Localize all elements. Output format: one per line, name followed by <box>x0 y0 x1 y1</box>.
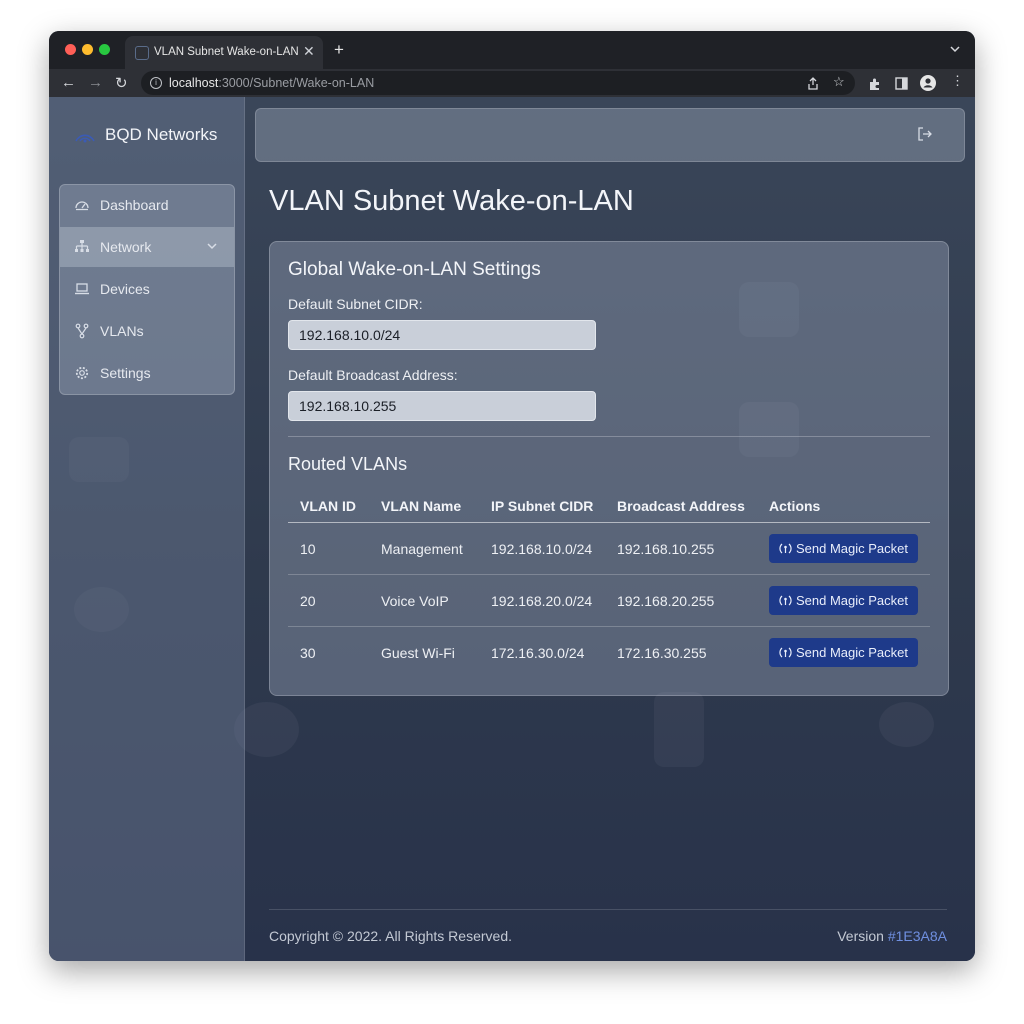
brand[interactable]: BQD Networks <box>73 123 243 147</box>
chevron-down-icon[interactable] <box>206 240 218 252</box>
back-icon[interactable]: ← <box>61 74 76 91</box>
new-tab-button[interactable]: + <box>334 40 344 60</box>
actions-cell: Send Magic Packet <box>757 574 930 627</box>
reload-icon[interactable]: ↻ <box>115 74 128 92</box>
app-page: BQD Networks Dashboard Network Devices V… <box>49 97 975 961</box>
forward-icon[interactable]: → <box>88 74 103 91</box>
side-panel-icon[interactable] <box>895 77 908 90</box>
broadcast-antenna-icon <box>779 647 792 658</box>
column-header: VLAN Name <box>369 490 479 523</box>
sidebar-menu: Dashboard Network Devices VLANs Settings <box>59 184 235 395</box>
vlan-table: VLAN ID VLAN Name IP Subnet CIDR Broadca… <box>288 490 930 678</box>
sidebar-item-dashboard[interactable]: Dashboard <box>60 185 234 225</box>
tab-search-chevron-icon[interactable] <box>949 43 961 55</box>
gauge-icon <box>75 201 89 211</box>
sidebar: BQD Networks Dashboard Network Devices V… <box>49 97 245 961</box>
actions-cell: Send Magic Packet <box>757 627 930 679</box>
broadcast-cell: 192.168.20.255 <box>605 574 757 627</box>
vlan-name-cell: Voice VoIP <box>369 574 479 627</box>
routed-vlans-heading: Routed VLANs <box>288 454 408 474</box>
table-row: 30 Guest Wi-Fi 172.16.30.0/24 172.16.30.… <box>288 627 930 679</box>
vlan-name-cell: Management <box>369 522 479 575</box>
favicon-icon <box>135 46 149 60</box>
column-header: IP Subnet CIDR <box>479 490 605 523</box>
address-bar[interactable]: i localhost:3000/Subnet/Wake-on-LAN ☆ <box>141 71 855 95</box>
minimize-window-button[interactable] <box>82 44 93 55</box>
send-magic-packet-button[interactable]: Send Magic Packet <box>769 638 919 667</box>
sidebar-item-label: Network <box>100 239 152 255</box>
wol-card: Global Wake-on-LAN Settings Default Subn… <box>269 241 949 696</box>
version-value[interactable]: #1E3A8A <box>888 928 947 944</box>
divider <box>288 436 930 437</box>
send-magic-packet-button[interactable]: Send Magic Packet <box>769 534 919 563</box>
laptop-icon <box>75 283 89 295</box>
extensions-puzzle-icon[interactable] <box>868 77 882 91</box>
send-magic-packet-button[interactable]: Send Magic Packet <box>769 586 919 615</box>
sidebar-item-settings[interactable]: Settings <box>60 353 234 393</box>
bookmark-star-icon[interactable]: ☆ <box>833 74 845 90</box>
version-text: Version #1E3A8A <box>837 928 947 944</box>
copyright-text: Copyright © 2022. All Rights Reserved. <box>269 928 512 944</box>
footer-divider <box>269 909 947 910</box>
close-window-button[interactable] <box>65 44 76 55</box>
vlan-id-cell: 30 <box>300 644 316 661</box>
subnet-cidr-label: Default Subnet CIDR: <box>288 296 423 312</box>
sidebar-item-label: Devices <box>100 281 150 297</box>
site-info-icon[interactable]: i <box>150 77 162 89</box>
subnet-cell: 192.168.10.0/24 <box>479 522 605 575</box>
table-row: 10 Management 192.168.10.0/24 192.168.10… <box>288 522 930 575</box>
tab-bar: VLAN Subnet Wake-on-LAN ✕ + <box>49 31 975 69</box>
subnet-cidr-input[interactable] <box>288 320 596 350</box>
broadcast-antenna-icon <box>779 543 792 554</box>
maximize-window-button[interactable] <box>99 44 110 55</box>
table-row: 20 Voice VoIP 192.168.20.0/24 192.168.20… <box>288 574 930 627</box>
broadcast-cell: 172.16.30.255 <box>617 644 707 661</box>
sidebar-item-vlans[interactable]: VLANs <box>60 311 234 351</box>
subnet-cell: 172.16.30.0/24 <box>491 644 585 661</box>
logout-icon[interactable] <box>916 125 934 143</box>
page-title: VLAN Subnet Wake-on-LAN <box>269 185 634 217</box>
broadcast-antenna-icon <box>779 595 792 606</box>
background-decoration <box>879 702 934 747</box>
vlan-id-cell: 10 <box>288 522 369 575</box>
brand-logo-icon <box>75 134 95 143</box>
browser-menu-icon[interactable]: ⋮ <box>951 73 964 89</box>
sidebar-item-label: Settings <box>100 365 151 381</box>
sidebar-item-network[interactable]: Network <box>60 227 234 267</box>
column-header: Actions <box>757 490 930 523</box>
column-header: Broadcast Address <box>605 490 757 523</box>
url-text[interactable]: localhost:3000/Subnet/Wake-on-LAN <box>169 76 374 90</box>
broadcast-address-label: Default Broadcast Address: <box>288 367 458 383</box>
profile-avatar-icon[interactable] <box>920 75 936 91</box>
network-icon <box>75 240 89 252</box>
vlan-name-cell: Guest Wi-Fi <box>381 644 455 661</box>
subnet-cell: 192.168.20.0/24 <box>479 574 605 627</box>
gear-icon <box>75 366 89 380</box>
browser-toolbar: ← → ↻ i localhost:3000/Subnet/Wake-on-LA… <box>49 69 975 97</box>
vlan-icon <box>75 323 89 339</box>
sidebar-item-label: VLANs <box>100 323 144 339</box>
brand-name: BQD Networks <box>105 125 218 144</box>
top-bar <box>255 108 965 162</box>
background-decoration <box>654 692 704 767</box>
global-settings-heading: Global Wake-on-LAN Settings <box>288 259 541 280</box>
broadcast-cell: 192.168.10.255 <box>605 522 757 575</box>
vlan-id-cell: 20 <box>288 574 369 627</box>
table-header-row: VLAN ID VLAN Name IP Subnet CIDR Broadca… <box>288 490 930 523</box>
browser-tab[interactable]: VLAN Subnet Wake-on-LAN ✕ <box>125 36 323 69</box>
actions-cell: Send Magic Packet <box>757 522 930 575</box>
tab-title: VLAN Subnet Wake-on-LAN <box>154 46 299 58</box>
sidebar-item-label: Dashboard <box>100 197 169 213</box>
sidebar-item-devices[interactable]: Devices <box>60 269 234 309</box>
browser-window: VLAN Subnet Wake-on-LAN ✕ + ← → ↻ i loca… <box>49 31 975 961</box>
broadcast-address-input[interactable] <box>288 391 596 421</box>
close-tab-icon[interactable]: ✕ <box>303 43 315 60</box>
share-icon[interactable] <box>807 77 819 90</box>
column-header: VLAN ID <box>288 490 369 523</box>
